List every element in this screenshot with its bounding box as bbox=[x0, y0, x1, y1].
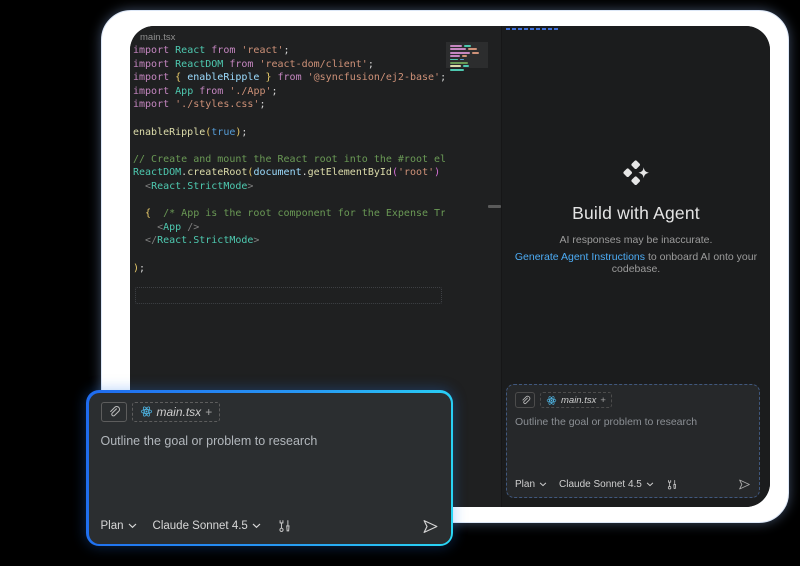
mode-select[interactable]: Plan bbox=[101, 520, 137, 532]
context-chip-main-tsx[interactable]: main.tsx + bbox=[540, 392, 612, 408]
agent-panel-title: Build with Agent bbox=[502, 203, 770, 224]
model-select[interactable]: Claude Sonnet 4.5 bbox=[153, 520, 261, 532]
code-line bbox=[133, 248, 445, 262]
code-content[interactable]: import React from 'react';import ReactDO… bbox=[133, 44, 445, 275]
chevron-down-icon bbox=[539, 482, 547, 487]
code-line: import './styles.css'; bbox=[133, 98, 445, 112]
code-line bbox=[133, 194, 445, 208]
send-icon bbox=[422, 518, 439, 535]
model-select[interactable]: Claude Sonnet 4.5 bbox=[559, 479, 654, 490]
paperclip-icon[interactable] bbox=[515, 392, 535, 408]
agent-chat-panel: Build with Agent AI responses may be ina… bbox=[502, 26, 770, 507]
session-tab-indicator bbox=[506, 28, 558, 30]
overlay-chat-input-box: main.tsx + Outline the goal or problem t… bbox=[89, 393, 451, 544]
add-context-button[interactable]: + bbox=[600, 395, 606, 406]
react-icon bbox=[546, 395, 557, 406]
chevron-down-icon bbox=[252, 523, 261, 529]
code-line: enableRipple(true); bbox=[133, 126, 445, 140]
chevron-down-icon bbox=[646, 482, 654, 487]
agent-sparkle-diamonds-icon bbox=[623, 160, 650, 186]
code-line: { /* App is the root component for the E… bbox=[133, 207, 445, 221]
agent-instructions-line: Generate Agent Instructions to onboard A… bbox=[502, 251, 770, 275]
inline-widget-outline bbox=[135, 287, 442, 304]
code-line: import App from './App'; bbox=[133, 85, 445, 99]
editor-tab-main-tsx[interactable]: main.tsx bbox=[140, 32, 175, 43]
code-line: import { enableRipple } from '@syncfusio… bbox=[133, 71, 445, 85]
highlighted-chat-overlay: main.tsx + Outline the goal or problem t… bbox=[86, 390, 453, 546]
agent-chat-input-box: main.tsx + Outline the goal or problem t… bbox=[506, 384, 760, 498]
code-line: <App /> bbox=[133, 221, 445, 235]
minimap[interactable] bbox=[448, 40, 486, 290]
context-chip-main-tsx[interactable]: main.tsx + bbox=[132, 402, 221, 422]
chat-input[interactable]: Outline the goal or problem to research bbox=[515, 416, 751, 428]
add-context-button[interactable]: + bbox=[205, 405, 212, 419]
react-icon bbox=[140, 405, 153, 418]
code-line: import React from 'react'; bbox=[133, 44, 445, 58]
code-line: // Create and mount the React root into … bbox=[133, 153, 445, 167]
tools-icon[interactable] bbox=[277, 519, 292, 534]
mode-select[interactable]: Plan bbox=[515, 479, 547, 490]
paperclip-icon[interactable] bbox=[101, 402, 127, 422]
code-line bbox=[133, 139, 445, 153]
code-line: <React.StrictMode> bbox=[133, 180, 445, 194]
generate-agent-instructions-link[interactable]: Generate Agent Instructions bbox=[515, 251, 645, 263]
code-line: ReactDOM.createRoot(document.getElementB… bbox=[133, 166, 445, 180]
code-line: </React.StrictMode> bbox=[133, 234, 445, 248]
tools-icon[interactable] bbox=[666, 479, 678, 491]
chat-input[interactable]: Outline the goal or problem to research bbox=[101, 434, 439, 448]
ai-disclaimer-text: AI responses may be inaccurate. bbox=[502, 234, 770, 246]
send-icon bbox=[738, 478, 751, 491]
code-line bbox=[133, 112, 445, 126]
send-button[interactable] bbox=[422, 518, 439, 535]
scrollbar-thumb[interactable] bbox=[488, 205, 501, 208]
chevron-down-icon bbox=[128, 523, 137, 529]
code-line: ); bbox=[133, 262, 445, 276]
send-button[interactable] bbox=[738, 478, 751, 491]
context-chip-label: main.tsx bbox=[157, 405, 202, 419]
code-line: import ReactDOM from 'react-dom/client'; bbox=[133, 58, 445, 72]
context-chip-label: main.tsx bbox=[561, 395, 596, 406]
